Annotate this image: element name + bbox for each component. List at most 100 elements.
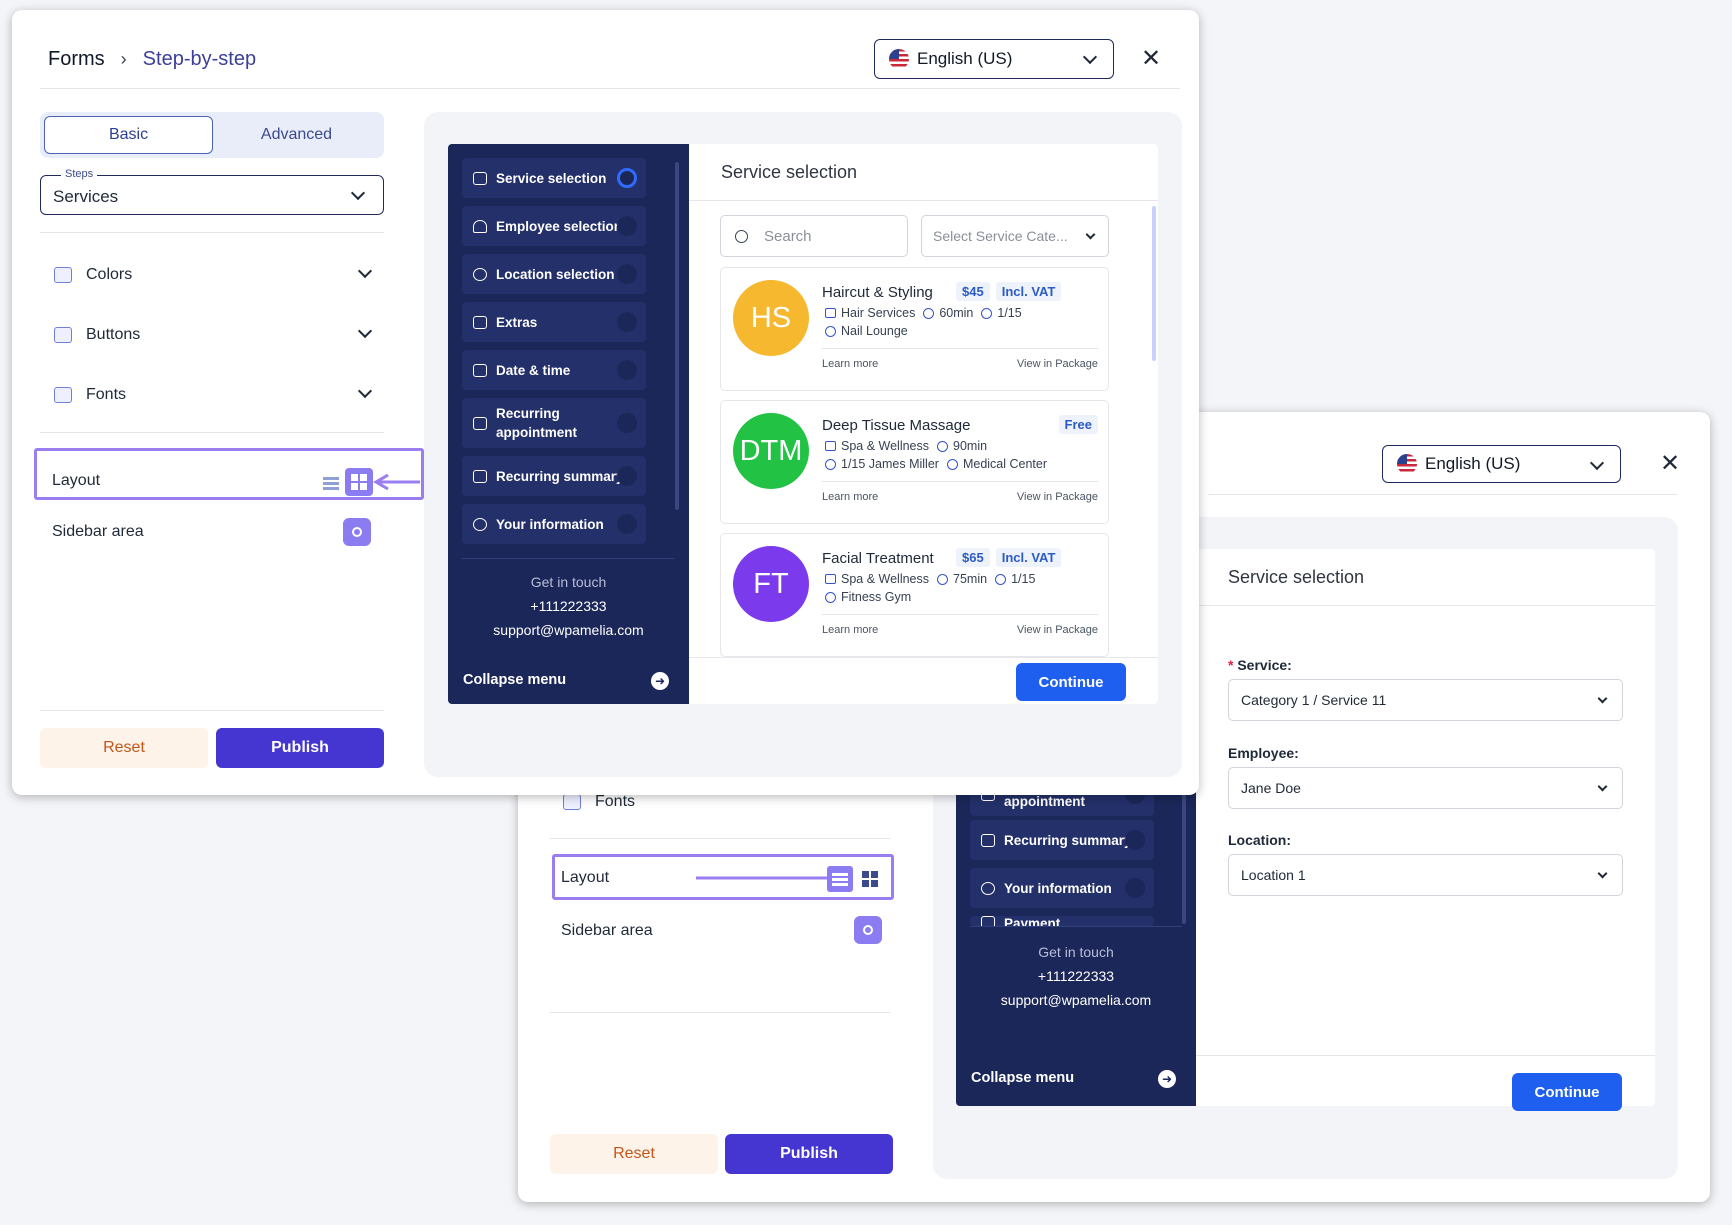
service-location: Nail Lounge <box>825 324 908 338</box>
layout-label: Layout <box>52 472 101 489</box>
grid-layout-toggle[interactable] <box>345 468 373 496</box>
tab-advanced[interactable]: Advanced <box>213 116 380 154</box>
service-card[interactable]: HS Haircut & Styling $45 Incl. VAT Hair S… <box>720 267 1109 391</box>
step-recurring-appointment[interactable]: Recurring appointment <box>462 398 646 448</box>
sidebar-divider <box>462 558 674 559</box>
panel-divider <box>1196 605 1655 606</box>
fonts-label: Fonts <box>595 793 636 810</box>
service-meta: Hair Services 60min 1/15 <box>825 306 1022 320</box>
collapse-arrow-icon[interactable]: ➜ <box>651 672 669 690</box>
sidebar-visibility-toggle[interactable] <box>343 518 371 546</box>
search-input[interactable]: Search <box>720 215 908 257</box>
settings-divider <box>40 432 384 433</box>
service-location: Fitness Gym <box>825 590 911 604</box>
location-select[interactable]: Location 1 <box>1228 854 1623 896</box>
step-label: Date & time <box>496 362 571 378</box>
sidebar-scrollbar[interactable] <box>675 162 679 510</box>
service-selection-panel: Service selection Search Select Service … <box>689 144 1158 704</box>
publish-button[interactable]: Publish <box>725 1134 893 1174</box>
learn-more-link[interactable]: Learn more <box>822 358 878 370</box>
sidebar-visibility-toggle[interactable] <box>854 916 882 944</box>
buttons-accordion[interactable]: Buttons <box>54 323 384 344</box>
eye-icon <box>352 527 362 537</box>
language-select[interactable]: English (US) <box>874 39 1114 79</box>
chevron-down-icon <box>357 383 373 399</box>
service-card[interactable]: DTM Deep Tissue Massage Free Spa & Welln… <box>720 400 1109 524</box>
footer-divider <box>40 710 384 711</box>
card-divider <box>822 614 1098 615</box>
sidebar-divider <box>970 926 1182 927</box>
list-layout-toggle[interactable] <box>827 866 853 892</box>
sidebar-menu: Service selection Employee selection Loc… <box>448 144 689 704</box>
step-status <box>617 360 637 380</box>
category-select[interactable]: Select Service Cate... <box>921 215 1109 257</box>
step-payment[interactable]: Payment <box>970 916 1154 926</box>
view-package-link[interactable]: View in Package <box>1017 624 1098 636</box>
service-duration: 60min <box>939 306 974 320</box>
reset-button[interactable]: Reset <box>550 1134 718 1174</box>
price-badge: $65 <box>956 548 990 567</box>
service-avatar: HS <box>733 280 809 356</box>
collapse-arrow-icon[interactable]: ➜ <box>1158 1070 1176 1088</box>
collapse-menu-label: Collapse menu <box>463 672 567 688</box>
tab-basic[interactable]: Basic <box>44 116 213 154</box>
panel-scrollbar[interactable] <box>1152 206 1156 361</box>
language-select[interactable]: English (US) <box>1382 445 1621 483</box>
step-recurring-summary[interactable]: Recurring summary <box>462 456 646 496</box>
price-badges: $45 Incl. VAT <box>956 282 1062 301</box>
pin-icon <box>825 325 836 337</box>
close-icon[interactable]: ✕ <box>1660 452 1680 476</box>
step-service-selection[interactable]: Service selection <box>462 158 646 198</box>
contact-heading: Get in touch <box>530 574 607 590</box>
service-card[interactable]: FT Facial Treatment $65 Incl. VAT Spa & W… <box>720 533 1109 657</box>
colors-accordion[interactable]: Colors <box>54 263 384 284</box>
step-extras[interactable]: Extras <box>462 302 646 342</box>
step-date-time[interactable]: Date & time <box>462 350 646 390</box>
step-label: Recurring appointment <box>496 406 577 440</box>
service-capacity-row: 1/15 James Miller Medical Center <box>825 457 1047 471</box>
service-duration: 90min <box>953 439 988 453</box>
employee-select[interactable]: Jane Doe <box>1228 767 1623 809</box>
service-category: Hair Services <box>841 306 916 320</box>
pin-icon <box>946 458 958 470</box>
learn-more-link[interactable]: Learn more <box>822 624 878 636</box>
contact-heading: Get in touch <box>1038 944 1114 960</box>
chevron-down-icon <box>1597 781 1608 792</box>
step-recurring-summary[interactable]: Recurring summary <box>970 820 1154 860</box>
grid-layout-toggle[interactable] <box>857 866 883 892</box>
panel-divider <box>689 200 1158 201</box>
steps-select[interactable]: Steps Services <box>40 168 384 215</box>
fonts-label: Fonts <box>86 386 127 403</box>
publish-button[interactable]: Publish <box>216 728 384 768</box>
sidebar-scrollbar[interactable] <box>1182 776 1186 924</box>
step-status-active <box>617 168 637 188</box>
breadcrumb-root[interactable]: Forms <box>48 48 105 71</box>
list-layout-toggle[interactable] <box>318 470 344 496</box>
learn-more-link[interactable]: Learn more <box>822 491 878 503</box>
step-employee-selection[interactable]: Employee selection <box>462 206 646 246</box>
reset-button[interactable]: Reset <box>40 728 208 768</box>
step-status <box>617 466 637 486</box>
service-name: Facial Treatment <box>822 550 934 567</box>
continue-button[interactable]: Continue <box>1016 663 1126 701</box>
price-badge: $45 <box>956 282 990 301</box>
service-meta: Spa & Wellness 90min <box>825 439 987 453</box>
step-label: Employee selection <box>496 218 623 234</box>
step-label: Service selection <box>496 170 607 186</box>
continue-button[interactable]: Continue <box>1512 1073 1622 1111</box>
service-capacity: 1/15 <box>1011 572 1036 586</box>
fonts-accordion[interactable]: Fonts <box>54 383 384 404</box>
step-your-information[interactable]: Your information <box>970 868 1154 908</box>
user-icon <box>473 517 487 531</box>
folder-icon <box>825 308 836 318</box>
step-your-information[interactable]: Your information <box>462 504 646 544</box>
service-duration: 75min <box>953 572 988 586</box>
chevron-down-icon <box>1082 49 1098 65</box>
close-icon[interactable]: ✕ <box>1141 47 1161 71</box>
layout-label: Layout <box>561 869 610 886</box>
step-location-selection[interactable]: Location selection <box>462 254 646 294</box>
view-package-link[interactable]: View in Package <box>1017 491 1098 503</box>
fonts-accordion[interactable]: Fonts <box>563 792 903 812</box>
service-select[interactable]: Category 1 / Service 11 <box>1228 679 1623 721</box>
view-package-link[interactable]: View in Package <box>1017 358 1098 370</box>
